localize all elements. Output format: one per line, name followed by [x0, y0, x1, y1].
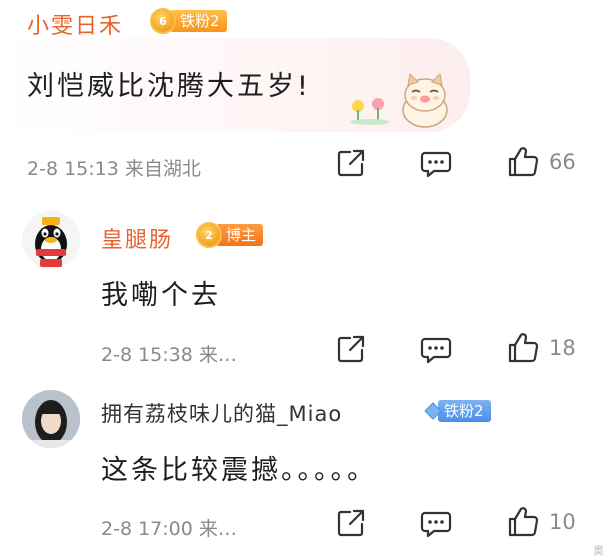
- share-button[interactable]: [336, 508, 366, 538]
- username[interactable]: 皇腿肠: [101, 222, 173, 254]
- comment-meta: 2-8 17:00 来…: [101, 518, 237, 540]
- blogger-badge[interactable]: 2 博主: [196, 222, 264, 248]
- like-icon: [508, 507, 539, 537]
- like-count: 18: [549, 336, 576, 360]
- comment-text: 这条比较震撼。。。。。: [101, 455, 377, 486]
- badge-label: 铁粉2: [170, 10, 227, 32]
- crown-icon: 2: [196, 222, 222, 248]
- share-button[interactable]: [336, 148, 366, 178]
- comment-icon: [420, 511, 452, 538]
- username[interactable]: 拥有荔枝味儿的猫_Miao: [101, 398, 342, 428]
- share-icon: [337, 509, 365, 537]
- like-button[interactable]: 10: [507, 506, 576, 538]
- diamond-icon: [424, 402, 442, 420]
- comment-text: 我嘞个去: [101, 280, 221, 311]
- like-count: 10: [549, 510, 576, 534]
- cat-sticker: [402, 72, 448, 128]
- fan-badge[interactable]: 6 铁粉2: [150, 8, 227, 34]
- crown-icon: 6: [150, 8, 176, 34]
- comment-icon: [420, 337, 452, 364]
- comment-thread: 小雯日禾 6 铁粉2 刘恺威比沈腾大五岁! 2-8 15:13 来自湖北 66 …: [0, 0, 606, 558]
- comment-text: 刘恺威比沈腾大五岁!: [27, 71, 311, 102]
- comment-meta: 2-8 15:38 来…: [101, 344, 237, 366]
- fan-badge[interactable]: 铁粉2: [424, 398, 491, 424]
- avatar[interactable]: [22, 211, 80, 269]
- avatar[interactable]: [22, 390, 80, 448]
- username[interactable]: 小雯日禾: [27, 8, 123, 40]
- comment-button[interactable]: [420, 510, 452, 538]
- watermark: 奥: [593, 544, 604, 557]
- comment-meta: 2-8 15:13 来自湖北: [27, 158, 201, 180]
- comment-button[interactable]: [420, 150, 452, 178]
- like-icon: [508, 147, 539, 177]
- share-icon: [337, 149, 365, 177]
- comment-button[interactable]: [420, 336, 452, 364]
- share-icon: [337, 335, 365, 363]
- share-button[interactable]: [336, 334, 366, 364]
- comment-icon: [420, 151, 452, 178]
- flower-sticker: [350, 98, 390, 125]
- like-button[interactable]: 18: [507, 332, 576, 364]
- badge-label: 铁粉2: [438, 400, 491, 422]
- like-button[interactable]: 66: [507, 146, 576, 178]
- like-icon: [508, 333, 539, 363]
- like-count: 66: [549, 150, 576, 174]
- badge-label: 博主: [216, 224, 264, 246]
- portrait-avatar-icon: [22, 390, 80, 448]
- penguin-avatar-icon: [35, 217, 67, 267]
